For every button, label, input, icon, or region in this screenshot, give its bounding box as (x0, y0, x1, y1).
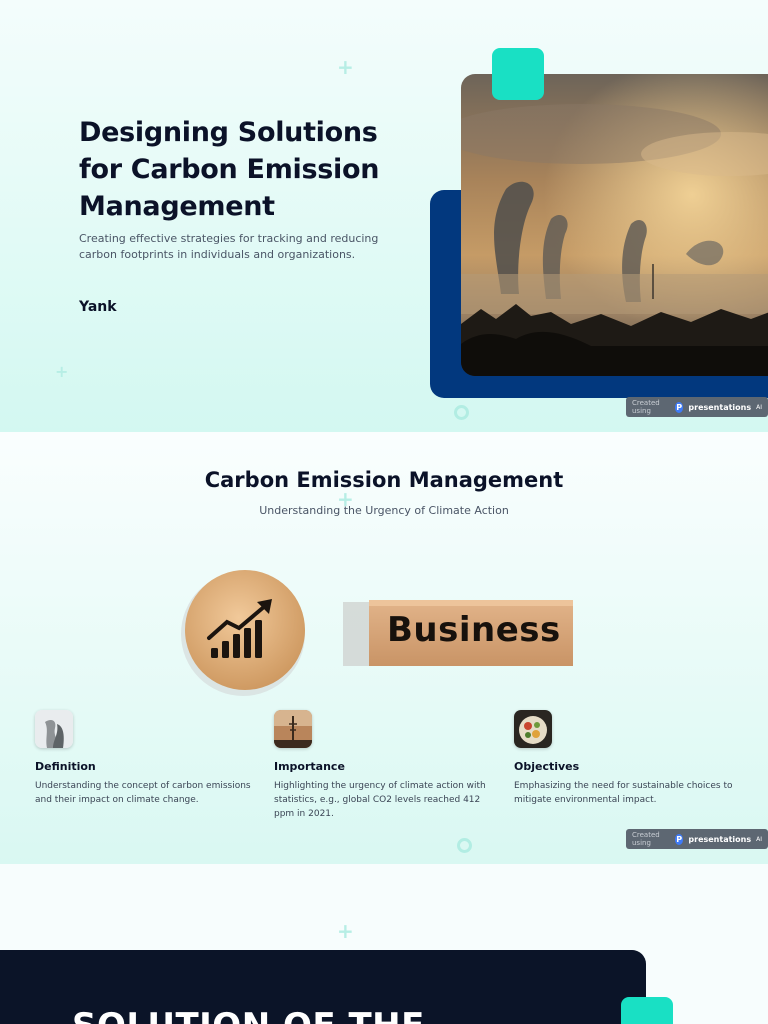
slide-title-subtitle: Creating effective strategies for tracki… (79, 232, 379, 261)
slide-solution: + SOLUTION OF THE (0, 864, 768, 1024)
plus-decoration-icon: + (55, 362, 69, 381)
created-using-badge[interactable]: Created using P presentations AI (626, 397, 768, 417)
card-objectives: Objectives Emphasizing the need for sust… (514, 710, 739, 807)
smoke-thumbnail-icon (35, 710, 73, 748)
overview-subtitle: Understanding the Urgency of Climate Act… (259, 504, 509, 517)
card-text: Highlighting the urgency of climate acti… (274, 781, 486, 819)
badge-prefix: Created using (632, 831, 660, 847)
card-title: Definition (35, 760, 96, 773)
plus-decoration-icon: + (337, 55, 354, 79)
factory-smoke-photo-svg (461, 74, 768, 376)
slide-title-heading: Designing Solutions for Carbon Emission … (79, 117, 380, 222)
card-importance: Importance Highlighting the urgency of c… (274, 710, 499, 821)
teal-square-decoration (492, 48, 544, 100)
card-title: Objectives (514, 760, 580, 773)
badge-prefix: Created using (632, 399, 660, 415)
business-hero-image: Business (165, 562, 585, 702)
badge-suffix: AI (756, 835, 762, 843)
card-title: Importance (274, 760, 345, 773)
badge-brand: presentations (688, 402, 752, 412)
created-using-badge[interactable]: Created using P presentations AI (626, 829, 768, 849)
ring-decoration-icon (457, 838, 472, 853)
teal-square-decoration (621, 997, 673, 1024)
overview-heading: Carbon Emission Management (204, 468, 564, 492)
badge-suffix: AI (756, 403, 762, 411)
ring-decoration-icon (454, 405, 469, 420)
food-bowl-thumbnail-icon (514, 710, 552, 748)
slide-overview: + Carbon Emission Management Understandi… (0, 432, 768, 864)
plus-decoration-icon: + (337, 919, 354, 943)
presentations-logo-icon: P (674, 833, 684, 845)
factory-smoke-photo (461, 74, 768, 376)
tower-thumbnail-icon (274, 710, 312, 748)
slide-title: + + Designing Solutions for Carbon Emiss… (0, 0, 768, 432)
solution-heading: SOLUTION OF THE (72, 1006, 425, 1024)
card-text: Emphasizing the need for sustainable cho… (514, 781, 733, 805)
card-text: Understanding the concept of carbon emis… (35, 781, 251, 805)
presentations-logo-icon: P (674, 401, 684, 413)
business-block-label: Business (387, 610, 561, 650)
author-name: Yank (79, 299, 117, 315)
badge-brand: presentations (688, 834, 752, 844)
card-definition: Definition Understanding the concept of … (35, 710, 260, 807)
